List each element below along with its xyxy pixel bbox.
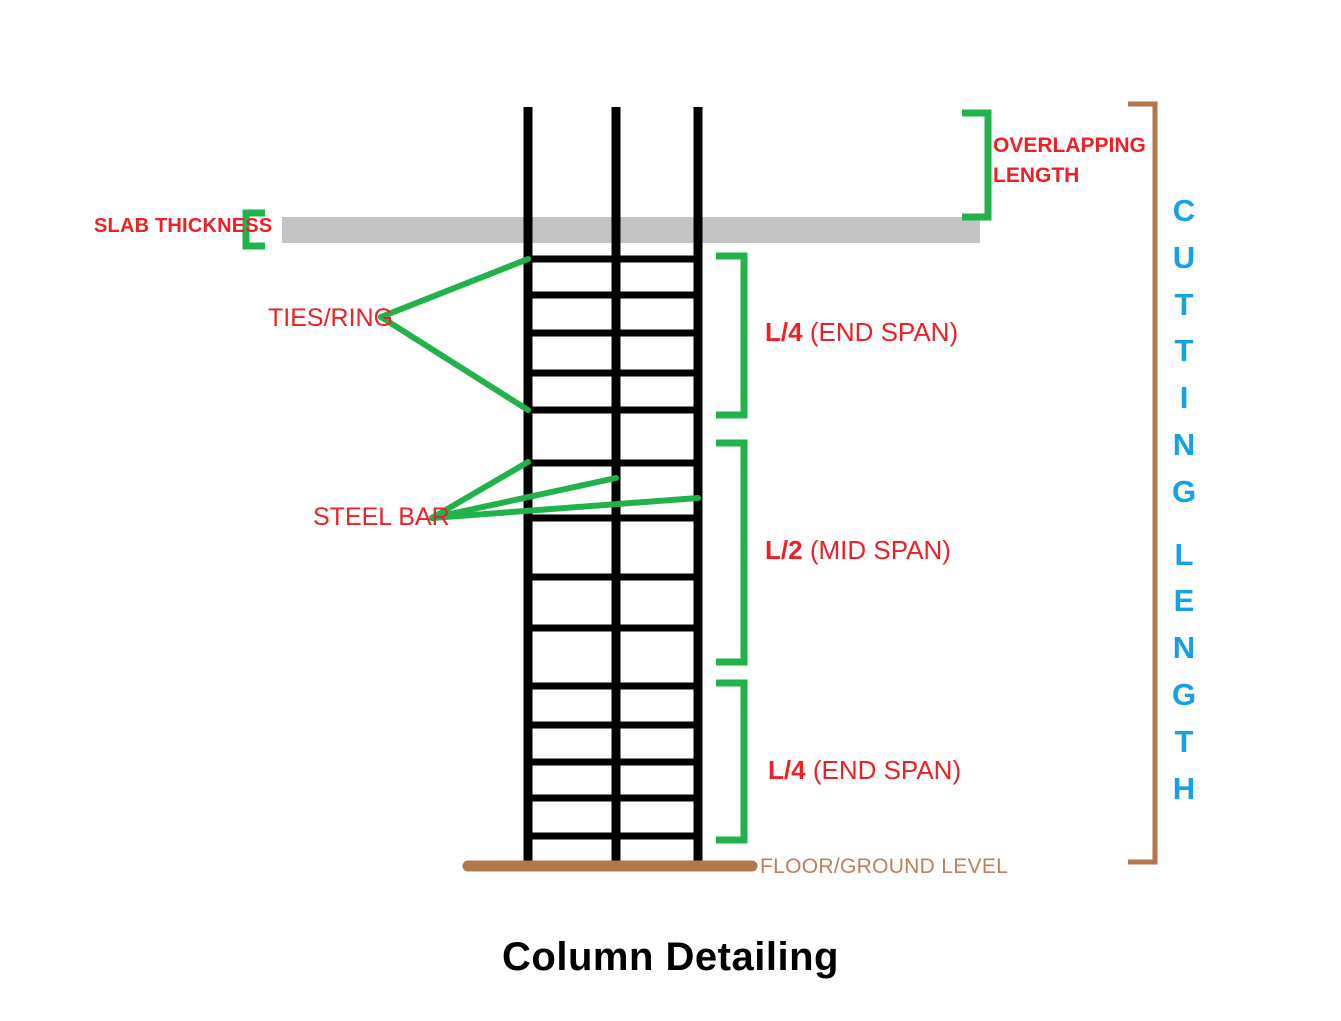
- slab-thickness-label: SLAB THICKNESS: [94, 215, 273, 237]
- bottom-end-span-bracket: [716, 679, 748, 844]
- cutting-length-letter: L: [1174, 536, 1194, 572]
- ties-ring-leader-upper: [378, 256, 531, 320]
- mid-span-label: L/2 (MID SPAN): [765, 535, 951, 566]
- bottom-end-span-ratio: L/4: [768, 755, 806, 785]
- cutting-length-label: CUTTINGLENGTH: [1161, 188, 1207, 812]
- steel-bar-label: STEEL BAR: [313, 503, 450, 531]
- floor-ground-level-label: FLOOR/GROUND LEVEL: [760, 855, 1009, 878]
- overlapping-length-label: OVERLAPPING LENGTH: [993, 134, 1146, 187]
- top-end-span-ratio: L/4: [765, 317, 803, 347]
- mid-span-name-space: [803, 535, 810, 565]
- cutting-length-bracket: [1128, 101, 1158, 865]
- diagram-canvas: SLAB THICKNESS OVERLAPPING LENGTH TIES/R…: [0, 0, 1341, 1021]
- mid-span-ratio: L/2: [765, 535, 803, 565]
- cutting-length-letter: N: [1172, 630, 1196, 666]
- cutting-length-letter: G: [1171, 676, 1197, 712]
- cutting-length-letter: T: [1174, 286, 1194, 322]
- ties-ring-label: TIES/RING: [268, 304, 394, 332]
- cutting-length-letter: G: [1171, 473, 1197, 509]
- cutting-length-letter: T: [1174, 723, 1194, 759]
- ties-ring-leader-lower: [378, 314, 531, 413]
- cutting-length-letter-gap: [1161, 516, 1207, 532]
- cutting-length-letter: U: [1172, 239, 1196, 275]
- top-end-span-name: (END SPAN): [809, 317, 959, 347]
- bottom-end-span-name-space: [806, 755, 813, 785]
- cutting-length-letter: E: [1173, 583, 1195, 619]
- cutting-length-letter: N: [1172, 426, 1196, 462]
- bottom-end-span-name: (END SPAN): [812, 755, 962, 785]
- cutting-length-letter: T: [1174, 333, 1194, 369]
- bottom-end-span-label: L/4 (END SPAN): [768, 755, 961, 786]
- cutting-length-letter: I: [1179, 380, 1189, 416]
- top-end-span-bracket: [716, 252, 748, 419]
- mid-span-name: (MID SPAN): [809, 535, 951, 565]
- cutting-length-letter: C: [1172, 193, 1196, 228]
- top-end-span-name-space: [803, 317, 810, 347]
- overlapping-length-bracket: [962, 109, 992, 221]
- page-title: Column Detailing: [502, 935, 839, 979]
- cutting-length-letter: H: [1172, 770, 1196, 806]
- concrete-slab: [282, 217, 980, 243]
- top-end-span-label: L/4 (END SPAN): [765, 317, 958, 348]
- mid-span-bracket: [716, 439, 748, 666]
